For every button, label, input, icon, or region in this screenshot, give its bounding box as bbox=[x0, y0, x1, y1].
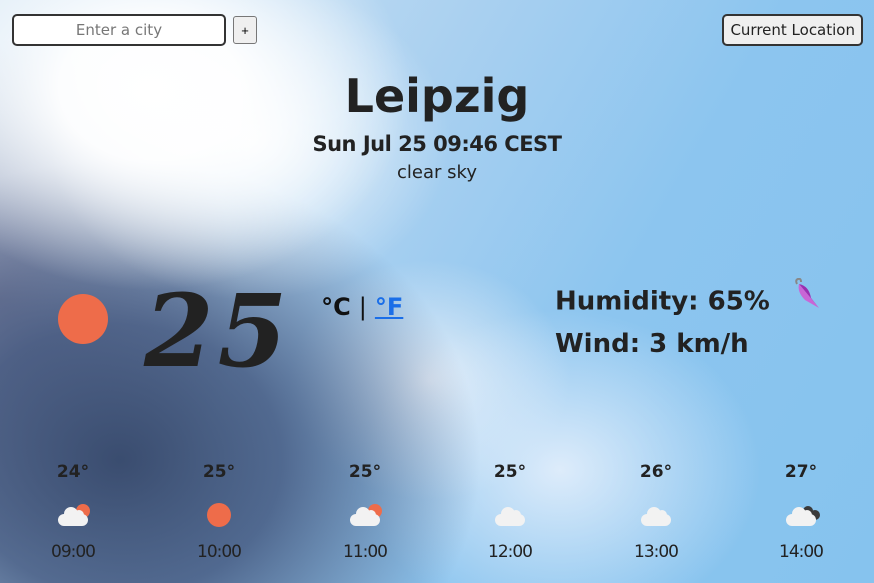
cloud-icon bbox=[460, 500, 560, 530]
forecast-time: 12:00 bbox=[488, 542, 533, 562]
broken-clouds-icon bbox=[751, 500, 851, 530]
forecast-item: 25° 10:00 bbox=[169, 462, 269, 562]
sun-icon bbox=[58, 294, 108, 344]
current-temperature: 25 bbox=[144, 272, 292, 390]
forecast-item: 26° 13:00 bbox=[606, 462, 706, 562]
forecast-temp: 25° bbox=[348, 462, 382, 482]
weather-header: Leipzig Sun Jul 25 09:46 CEST clear sky bbox=[0, 66, 874, 183]
search-bar: + bbox=[12, 14, 257, 46]
forecast-item: 27° 14:00 bbox=[751, 462, 851, 562]
current-location-button[interactable]: Current Location bbox=[722, 14, 863, 46]
weather-description: clear sky bbox=[397, 162, 477, 183]
forecast-temp: 24° bbox=[56, 462, 90, 482]
forecast-temp: 25° bbox=[202, 462, 236, 482]
umbrella-icon bbox=[789, 277, 823, 326]
forecast-temp: 25° bbox=[493, 462, 527, 482]
current-datetime: Sun Jul 25 09:46 CEST bbox=[312, 132, 562, 156]
forecast-time: 14:00 bbox=[779, 542, 824, 562]
forecast-item: 25° 11:00 bbox=[315, 462, 415, 562]
cloud-icon bbox=[606, 500, 706, 530]
forecast-temp: 26° bbox=[639, 462, 673, 482]
fahrenheit-link[interactable]: °F bbox=[375, 293, 403, 321]
current-weather: 25 °C | °F bbox=[58, 272, 403, 390]
forecast-time: 10:00 bbox=[197, 542, 242, 562]
forecast-time: 13:00 bbox=[634, 542, 679, 562]
forecast-temp: 27° bbox=[784, 462, 818, 482]
few-clouds-icon bbox=[315, 500, 415, 530]
add-city-button[interactable]: + bbox=[233, 16, 257, 44]
unit-separator: | bbox=[358, 293, 367, 321]
clear-sky-icon bbox=[169, 500, 269, 530]
forecast-item: 24° 09:00 bbox=[23, 462, 123, 562]
unit-toggle: °C | °F bbox=[321, 293, 403, 321]
forecast-time: 11:00 bbox=[343, 542, 388, 562]
few-clouds-icon bbox=[23, 500, 123, 530]
humidity-row: Humidity: 65% bbox=[555, 277, 823, 322]
city-search-input[interactable] bbox=[12, 14, 226, 46]
celsius-unit: °C bbox=[321, 293, 351, 321]
forecast-item: 25° 12:00 bbox=[460, 462, 560, 562]
wind-text: Wind: 3 km/h bbox=[555, 329, 749, 359]
forecast-time: 09:00 bbox=[51, 542, 96, 562]
humidity-text: Humidity: 65% bbox=[555, 286, 770, 317]
city-name: Leipzig bbox=[344, 69, 530, 123]
weather-details: Humidity: 65% Wind: 3 km/h bbox=[555, 277, 823, 366]
